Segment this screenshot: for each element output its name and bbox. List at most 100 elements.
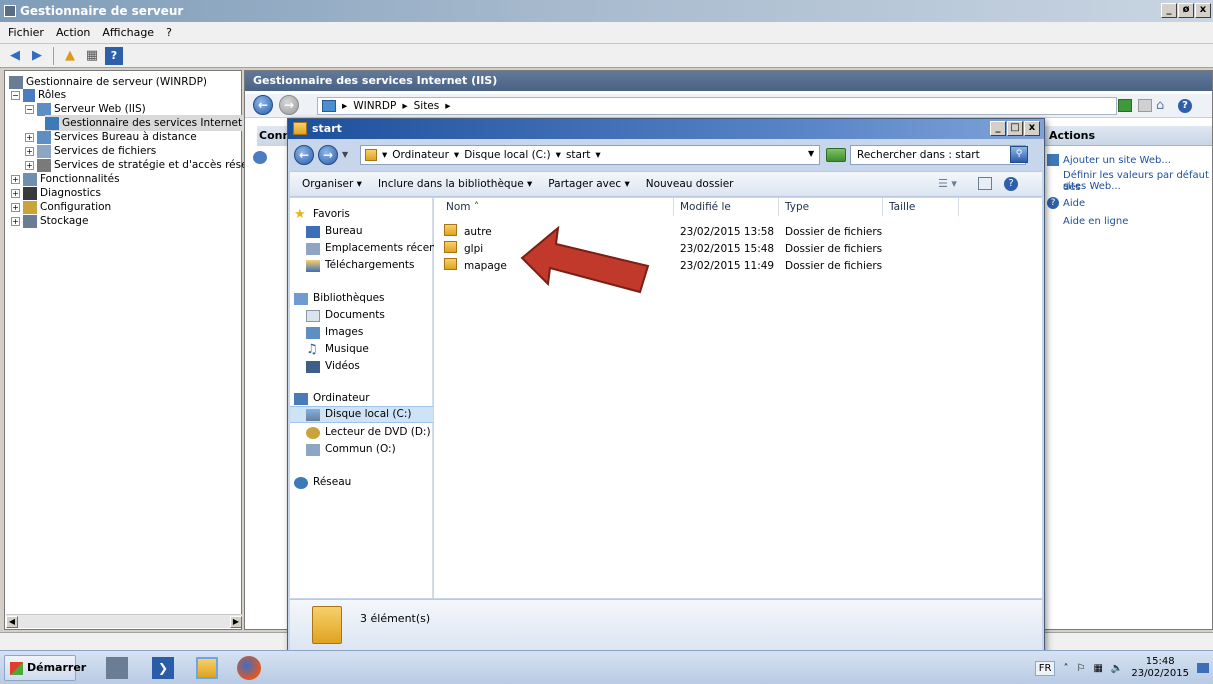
path-dropdown-icon[interactable]: ▼ <box>808 149 814 158</box>
expand-icon[interactable]: + <box>11 174 20 184</box>
collapse-icon[interactable]: − <box>25 104 34 114</box>
column-size[interactable]: Taille <box>883 198 959 216</box>
tray-expand-icon[interactable]: ˄ <box>1063 663 1068 674</box>
server-manager-taskbar-icon[interactable] <box>100 654 134 682</box>
connect-icon[interactable] <box>253 151 267 164</box>
iis-forward-icon[interactable]: → <box>279 95 299 115</box>
volume-muted-icon[interactable]: 🔈 <box>1111 663 1123 674</box>
explorer-path[interactable]: ▾ Ordinateur ▾ Disque local (C:) ▾ start… <box>360 145 820 165</box>
explorer-help-icon[interactable]: ? <box>1004 177 1018 191</box>
file-type: Dossier de fichiers <box>785 260 883 272</box>
organize-button[interactable]: Organiser ▾ <box>302 178 362 190</box>
expand-icon[interactable]: + <box>25 132 34 142</box>
crumb-server[interactable]: WINRDP <box>353 100 396 112</box>
search-icon[interactable]: ⚲ <box>1010 146 1028 163</box>
preview-pane-icon[interactable] <box>978 177 992 190</box>
folder-icon <box>444 224 457 236</box>
nav-recent-places[interactable]: Emplacements récents <box>306 240 449 257</box>
window-controls: _ ø x <box>1161 3 1211 18</box>
expand-icon[interactable]: + <box>11 188 20 198</box>
iis-back-icon[interactable]: ← <box>253 95 273 115</box>
action-add-website[interactable]: Ajouter un site Web... <box>1063 155 1171 167</box>
explorer-refresh-icon[interactable] <box>826 148 846 162</box>
powershell-taskbar-icon[interactable]: ❯ <box>146 654 180 682</box>
nav-local-disk[interactable]: Disque local (C:) <box>290 406 433 423</box>
action-online-help[interactable]: Aide en ligne <box>1063 216 1128 228</box>
iis-help-icon[interactable]: ? <box>1178 99 1192 113</box>
column-name[interactable]: Nom ˄ <box>440 198 674 216</box>
explorer-search-input[interactable]: Rechercher dans : start <box>850 145 1026 165</box>
back-arrow-icon[interactable]: ◀ <box>6 47 24 65</box>
iis-refresh-icon[interactable] <box>1118 99 1132 112</box>
column-type[interactable]: Type <box>779 198 883 216</box>
path-folder-icon <box>365 149 377 161</box>
recent-pages-chevron-icon[interactable]: ▼ <box>342 150 348 159</box>
nav-documents[interactable]: Documents <box>306 307 449 324</box>
include-library-button[interactable]: Inclure dans la bibliothèque ▾ <box>378 178 532 190</box>
path-start[interactable]: start <box>566 149 590 161</box>
expand-icon[interactable]: + <box>25 160 34 170</box>
properties-icon[interactable]: ▦ <box>83 47 101 65</box>
nav-desktop[interactable]: Bureau <box>306 223 449 240</box>
start-button[interactable]: Démarrer <box>4 655 86 681</box>
minimize-button[interactable]: _ <box>1161 3 1177 18</box>
explorer-titlebar: start _ □ x <box>288 119 1044 139</box>
maximize-button[interactable]: ø <box>1178 3 1194 18</box>
explorer-forward-icon[interactable]: → <box>318 145 338 165</box>
nav-libraries[interactable]: Bibliothèques <box>294 290 437 307</box>
menu-file[interactable]: Fichier <box>8 26 44 39</box>
crumb-sites[interactable]: Sites <box>414 100 440 112</box>
explorer-maximize-button[interactable]: □ <box>1007 121 1023 136</box>
roles-icon <box>23 88 35 102</box>
explorer-close-button[interactable]: x <box>1024 121 1040 136</box>
nav-images[interactable]: Images <box>306 324 449 341</box>
actions-title: Actions <box>1043 126 1212 146</box>
forward-arrow-icon[interactable]: ▶ <box>28 47 46 65</box>
explorer-taskbar-icon[interactable] <box>190 654 224 682</box>
scroll-right-arrow-icon[interactable]: ▶ <box>230 616 242 628</box>
expand-icon[interactable]: + <box>11 216 20 226</box>
firefox-taskbar-icon[interactable] <box>232 654 266 682</box>
scroll-left-arrow-icon[interactable]: ◀ <box>6 616 18 628</box>
nav-computer[interactable]: Ordinateur <box>294 390 437 407</box>
path-local-disk[interactable]: Disque local (C:) <box>464 149 550 161</box>
network-tray-icon[interactable]: ▦ <box>1093 663 1102 674</box>
nav-network[interactable]: Réseau <box>294 474 437 491</box>
file-name: glpi <box>464 243 484 255</box>
view-options-icon[interactable]: ☰ ▾ <box>938 177 957 190</box>
action-center-flag-icon[interactable]: ⚐ <box>1076 663 1085 674</box>
nav-videos[interactable]: Vidéos <box>306 358 449 375</box>
storage-icon <box>23 214 37 228</box>
nav-downloads[interactable]: Téléchargements <box>306 257 449 274</box>
action-set-defaults-cont[interactable]: sites Web... <box>1063 181 1121 193</box>
menu-help[interactable]: ? <box>166 26 172 39</box>
up-folder-icon[interactable]: ▲ <box>61 47 79 65</box>
iis-stop-icon[interactable] <box>1138 99 1152 112</box>
language-indicator[interactable]: FR <box>1034 660 1056 676</box>
collapse-icon[interactable]: − <box>11 90 20 100</box>
tree-horizontal-scrollbar[interactable]: ◀ ▶ <box>6 614 242 628</box>
path-computer[interactable]: Ordinateur <box>392 149 449 161</box>
new-folder-button[interactable]: Nouveau dossier <box>646 178 734 190</box>
tree-item-storage[interactable]: + Stockage <box>11 213 88 229</box>
close-button[interactable]: x <box>1195 3 1211 18</box>
show-desktop-button[interactable] <box>1197 663 1209 673</box>
iis-breadcrumb[interactable]: ▸ WINRDP ▸ Sites ▸ <box>317 97 1117 115</box>
nav-favorites[interactable]: ★ Favoris <box>294 206 437 223</box>
iis-home-icon[interactable]: ⌂ <box>1156 98 1164 113</box>
menu-action[interactable]: Action <box>56 26 90 39</box>
expand-icon[interactable]: + <box>11 202 20 212</box>
clock[interactable]: 15:48 23/02/2015 <box>1131 656 1189 680</box>
nav-common-drive[interactable]: Commun (O:) <box>306 441 449 458</box>
menu-view[interactable]: Affichage <box>102 26 154 39</box>
share-with-button[interactable]: Partager avec ▾ <box>548 178 629 190</box>
nav-dvd-drive[interactable]: Lecteur de DVD (D:) FI <box>306 424 449 441</box>
window-title: Gestionnaire de serveur <box>20 4 184 18</box>
nav-music[interactable]: ♫ Musique <box>306 341 449 358</box>
explorer-back-icon[interactable]: ← <box>294 145 314 165</box>
column-modified[interactable]: Modifié le <box>674 198 779 216</box>
explorer-minimize-button[interactable]: _ <box>990 121 1006 136</box>
help-icon[interactable]: ? <box>105 46 123 65</box>
action-help[interactable]: Aide <box>1063 198 1085 210</box>
expand-icon[interactable]: + <box>25 146 34 156</box>
